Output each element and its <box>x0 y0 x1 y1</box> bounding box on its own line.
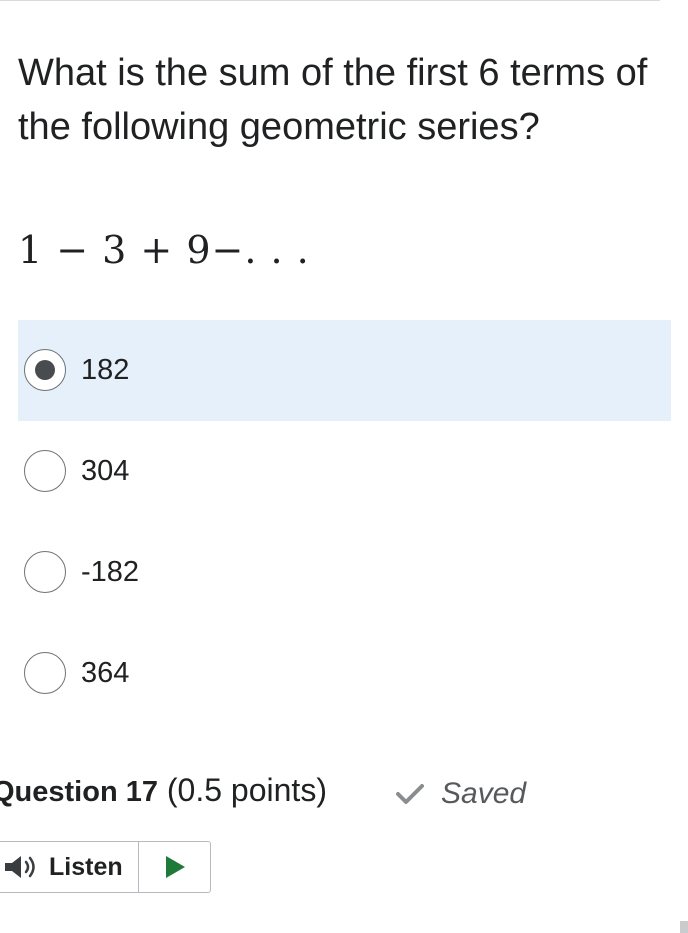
answer-option-label: 182 <box>81 354 130 386</box>
top-divider <box>0 0 660 1</box>
radio-button[interactable] <box>24 449 66 492</box>
answer-option-3[interactable]: -182 <box>18 522 671 623</box>
series-expression: 1 − 3 + 9−. . . <box>18 228 310 272</box>
checkmark-icon <box>396 784 424 804</box>
question-header: Question 17 (0.5 points) <box>0 772 327 809</box>
listen-button[interactable]: Listen <box>0 842 139 892</box>
speaker-icon <box>5 856 35 878</box>
saved-status: Saved <box>395 777 526 811</box>
question-number: Question 17 <box>0 776 158 808</box>
answer-option-4[interactable]: 364 <box>18 623 671 724</box>
play-icon <box>165 856 185 878</box>
answer-option-label: 304 <box>81 455 130 487</box>
play-button[interactable] <box>139 842 210 892</box>
question-text: What is the sum of the first 6 terms of … <box>18 52 648 148</box>
answer-option-2[interactable]: 304 <box>18 421 671 522</box>
answer-options: 182 304 -182 364 <box>18 320 671 724</box>
answer-option-label: 364 <box>81 657 130 689</box>
listen-label: Listen <box>49 852 123 881</box>
answer-option-label: -182 <box>81 556 140 588</box>
answer-option-1[interactable]: 182 <box>18 320 671 421</box>
radio-button[interactable] <box>24 550 66 593</box>
scrollbar-corner <box>680 921 688 933</box>
question-points: (0.5 points) <box>166 772 327 808</box>
radio-button-selected[interactable] <box>24 348 66 391</box>
saved-label: Saved <box>441 777 527 810</box>
radio-dot <box>35 359 55 380</box>
listen-control: Listen <box>0 841 211 893</box>
radio-button[interactable] <box>24 651 66 694</box>
